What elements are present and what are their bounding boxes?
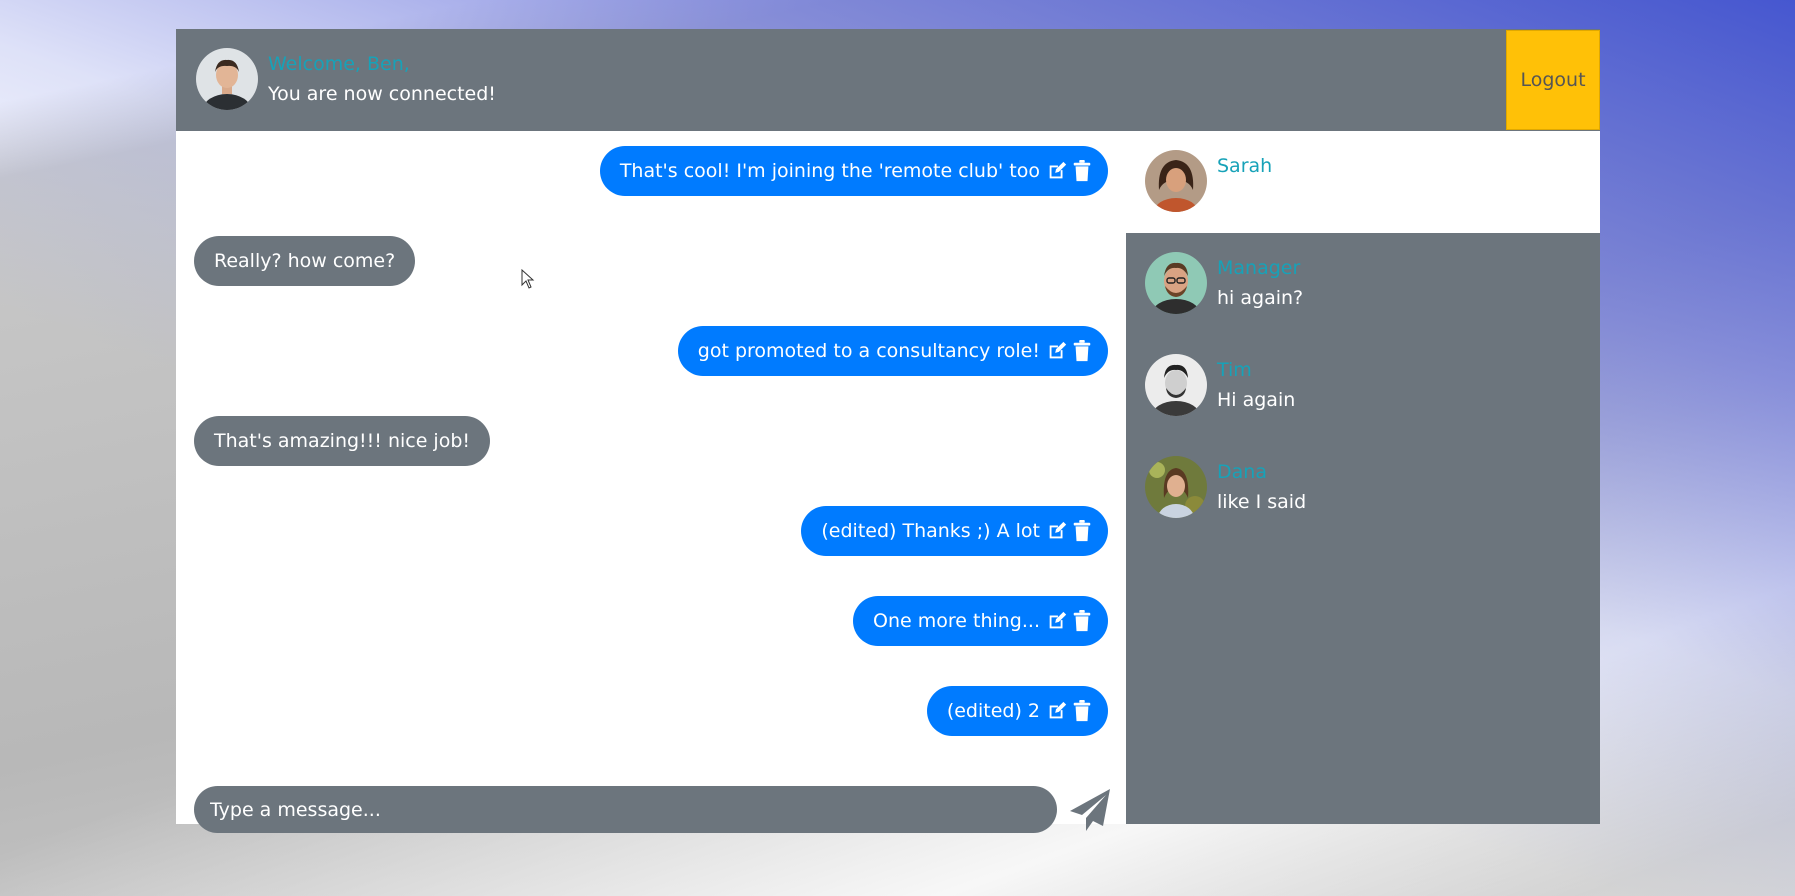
edit-icon[interactable] [1046,160,1068,182]
message-bubble-outgoing: got promoted to a consultancy role! [677,326,1108,376]
trash-icon[interactable] [1072,610,1092,632]
paper-plane-icon [1070,789,1110,831]
message-text: (edited) Thanks ;) A lot [821,520,1040,542]
message-text: That's cool! I'm joining the 'remote clu… [619,160,1040,182]
connection-status: You are now connected! [268,83,496,105]
message-text: That's amazing!!! nice job! [214,430,471,452]
message-text: One more thing... [873,610,1040,632]
trash-icon[interactable] [1072,520,1092,542]
message-bubble-outgoing: (edited) Thanks ;) A lot [801,506,1108,556]
contact-item-manager[interactable]: Manager hi again? [1126,233,1600,335]
message-bubble-outgoing: One more thing... [853,596,1108,646]
message-bubble-outgoing: That's cool! I'm joining the 'remote clu… [599,146,1108,196]
message-text: (edited) 2 [946,700,1040,722]
contact-item-sarah[interactable]: Sarah [1126,131,1600,233]
contact-name: Dana [1217,461,1267,483]
avatar [1145,456,1207,518]
message-bubble-incoming: Really? how come? [194,236,416,286]
app-header: Welcome, Ben, You are now connected! Log… [176,29,1600,131]
contact-last-message: hi again? [1217,287,1304,309]
edit-icon[interactable] [1046,520,1068,542]
trash-icon[interactable] [1072,340,1092,362]
contact-last-message: like I said [1217,491,1307,513]
contact-last-message: Hi again [1217,389,1296,411]
message-text: got promoted to a consultancy role! [697,340,1040,362]
trash-icon[interactable] [1072,700,1092,722]
welcome-text: Welcome, Ben, [268,53,410,75]
message-input[interactable] [194,786,1057,833]
message-text: Really? how come? [214,250,396,272]
logout-button[interactable]: Logout [1506,30,1600,130]
message-bubble-incoming: That's amazing!!! nice job! [194,416,491,466]
message-bubble-outgoing: (edited) 2 [926,686,1108,736]
trash-icon[interactable] [1072,160,1092,182]
edit-icon[interactable] [1046,340,1068,362]
edit-icon[interactable] [1046,610,1068,632]
contacts-sidebar: Sarah Manager hi again? Tim Hi again Dan… [1126,131,1600,824]
avatar [1145,150,1207,212]
message-panel: That's cool! I'm joining the 'remote clu… [176,131,1126,833]
send-button[interactable] [1066,785,1116,835]
contact-name: Sarah [1217,155,1273,177]
contact-item-dana[interactable]: Dana like I said [1126,437,1600,539]
contact-item-tim[interactable]: Tim Hi again [1126,335,1600,437]
contact-name: Tim [1217,359,1252,381]
avatar [1145,354,1207,416]
edit-icon[interactable] [1046,700,1068,722]
avatar [1145,252,1207,314]
user-avatar [196,48,258,110]
contact-name: Manager [1217,257,1301,279]
chat-app-window: Welcome, Ben, You are now connected! Log… [176,29,1600,833]
